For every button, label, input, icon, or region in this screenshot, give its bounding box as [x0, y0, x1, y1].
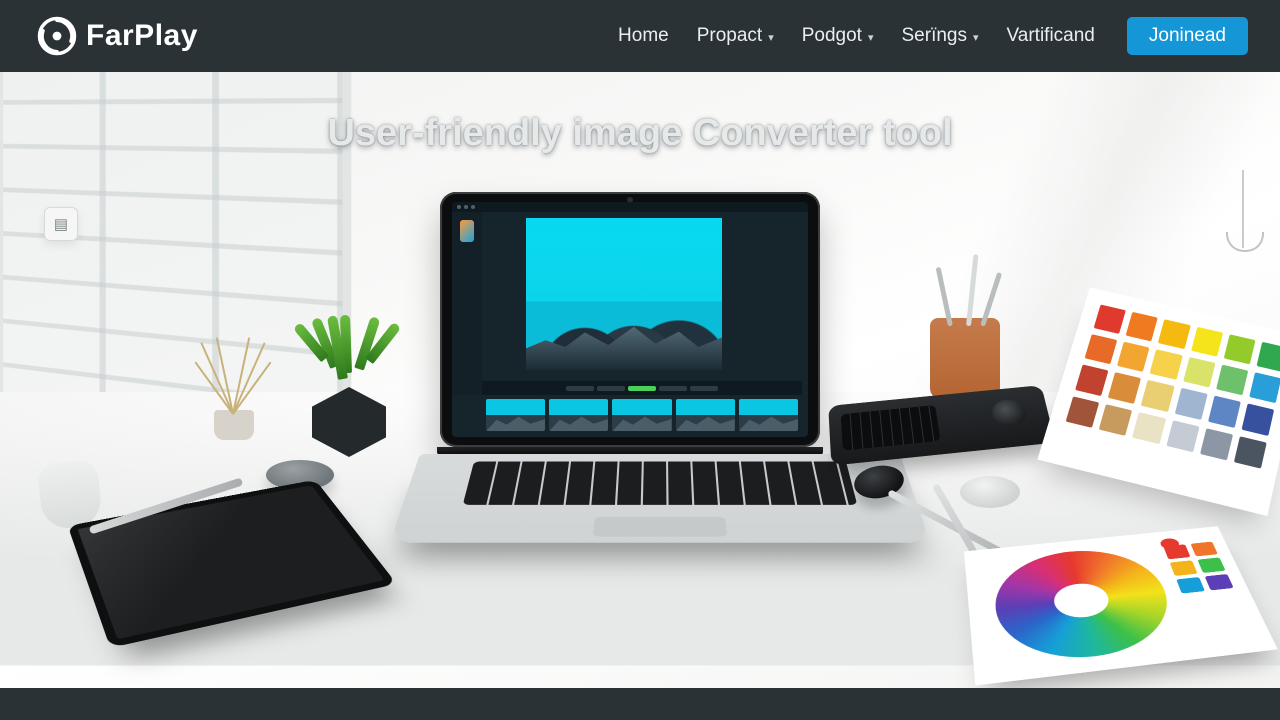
cta-label: Joninead [1149, 25, 1226, 46]
hero-heading: User-friendly image Converter tool [327, 112, 952, 155]
logo-swirl-icon [36, 15, 78, 57]
swatch-chip [1249, 372, 1280, 403]
nav-items: Home Propact ▾ Podgot ▾ Serïngs ▾ Vartif… [618, 17, 1248, 55]
plant-illustration [290, 287, 400, 457]
swatch-chip [1190, 542, 1217, 557]
swatch-chip [1163, 544, 1190, 559]
swatch-chip [1174, 388, 1207, 419]
brand-name: FarPlay [86, 19, 198, 53]
nav-item-vartificand[interactable]: Vartificand [1007, 25, 1095, 47]
navbar: FarPlay Home Propact ▾ Podgot ▾ Serïngs … [0, 0, 1280, 72]
swatch-chip [1223, 334, 1255, 364]
swatch-chip [1183, 357, 1215, 388]
nav-label: Podgot [802, 25, 862, 47]
swatch-chip [1094, 305, 1126, 335]
brand-logo[interactable]: FarPlay [36, 15, 198, 57]
swatch-chip [1234, 436, 1267, 469]
footer-strip [0, 688, 1280, 720]
chevron-down-icon: ▾ [768, 31, 774, 44]
swatch-chip [1126, 312, 1158, 342]
editor-canvas [526, 218, 722, 370]
cta-button[interactable]: Joninead [1127, 17, 1248, 55]
nav-item-serings[interactable]: Serïngs ▾ [902, 25, 979, 47]
swatch-chip [1256, 342, 1280, 372]
swatch-chip [1241, 404, 1274, 436]
swatch-chip [1066, 396, 1100, 428]
nav-label: Home [618, 25, 669, 47]
doc-icon: ▤ [54, 215, 68, 233]
swatch-chip [1108, 372, 1141, 403]
color-wheel-icon [990, 544, 1185, 667]
swatch-chip [1084, 334, 1117, 364]
swatch-chip [1075, 365, 1108, 396]
nav-item-podgot[interactable]: Podgot ▾ [802, 25, 874, 47]
swatch-chip [1150, 349, 1183, 380]
nav-item-propact[interactable]: Propact ▾ [697, 25, 774, 47]
chevron-down-icon: ▾ [973, 31, 979, 44]
swatch-chip [1117, 342, 1150, 372]
hero-section: User-friendly image Converter tool ▤ [0, 72, 1280, 688]
hanger-illustration [1242, 170, 1244, 248]
laptop-illustration [420, 192, 840, 582]
swatch-chip [1200, 428, 1233, 460]
reed-sticks-illustration [198, 320, 268, 440]
swatch-chip [1170, 560, 1198, 576]
swatch-chip [1099, 404, 1133, 436]
editor-app-illustration [452, 202, 808, 437]
swatch-chip [1158, 319, 1190, 349]
swatch-chip [1197, 557, 1225, 573]
pen-cup-illustration [930, 318, 1000, 400]
nav-item-home[interactable]: Home [618, 25, 669, 47]
swatch-chip [1208, 396, 1241, 428]
side-widget-button[interactable]: ▤ [44, 207, 78, 241]
nav-label: Vartificand [1007, 25, 1095, 47]
swatch-chip [1205, 574, 1234, 590]
swatch-chip [1141, 380, 1174, 411]
swatch-chip [1166, 420, 1199, 452]
nav-label: Serïngs [902, 25, 967, 47]
nav-label: Propact [697, 25, 762, 47]
swatch-chip [1132, 412, 1165, 444]
swatch-chip [1191, 327, 1223, 357]
chevron-down-icon: ▾ [868, 31, 874, 44]
swatch-chip [1176, 577, 1205, 594]
white-mouse-illustration [960, 476, 1020, 508]
swatch-chip [1216, 365, 1248, 396]
